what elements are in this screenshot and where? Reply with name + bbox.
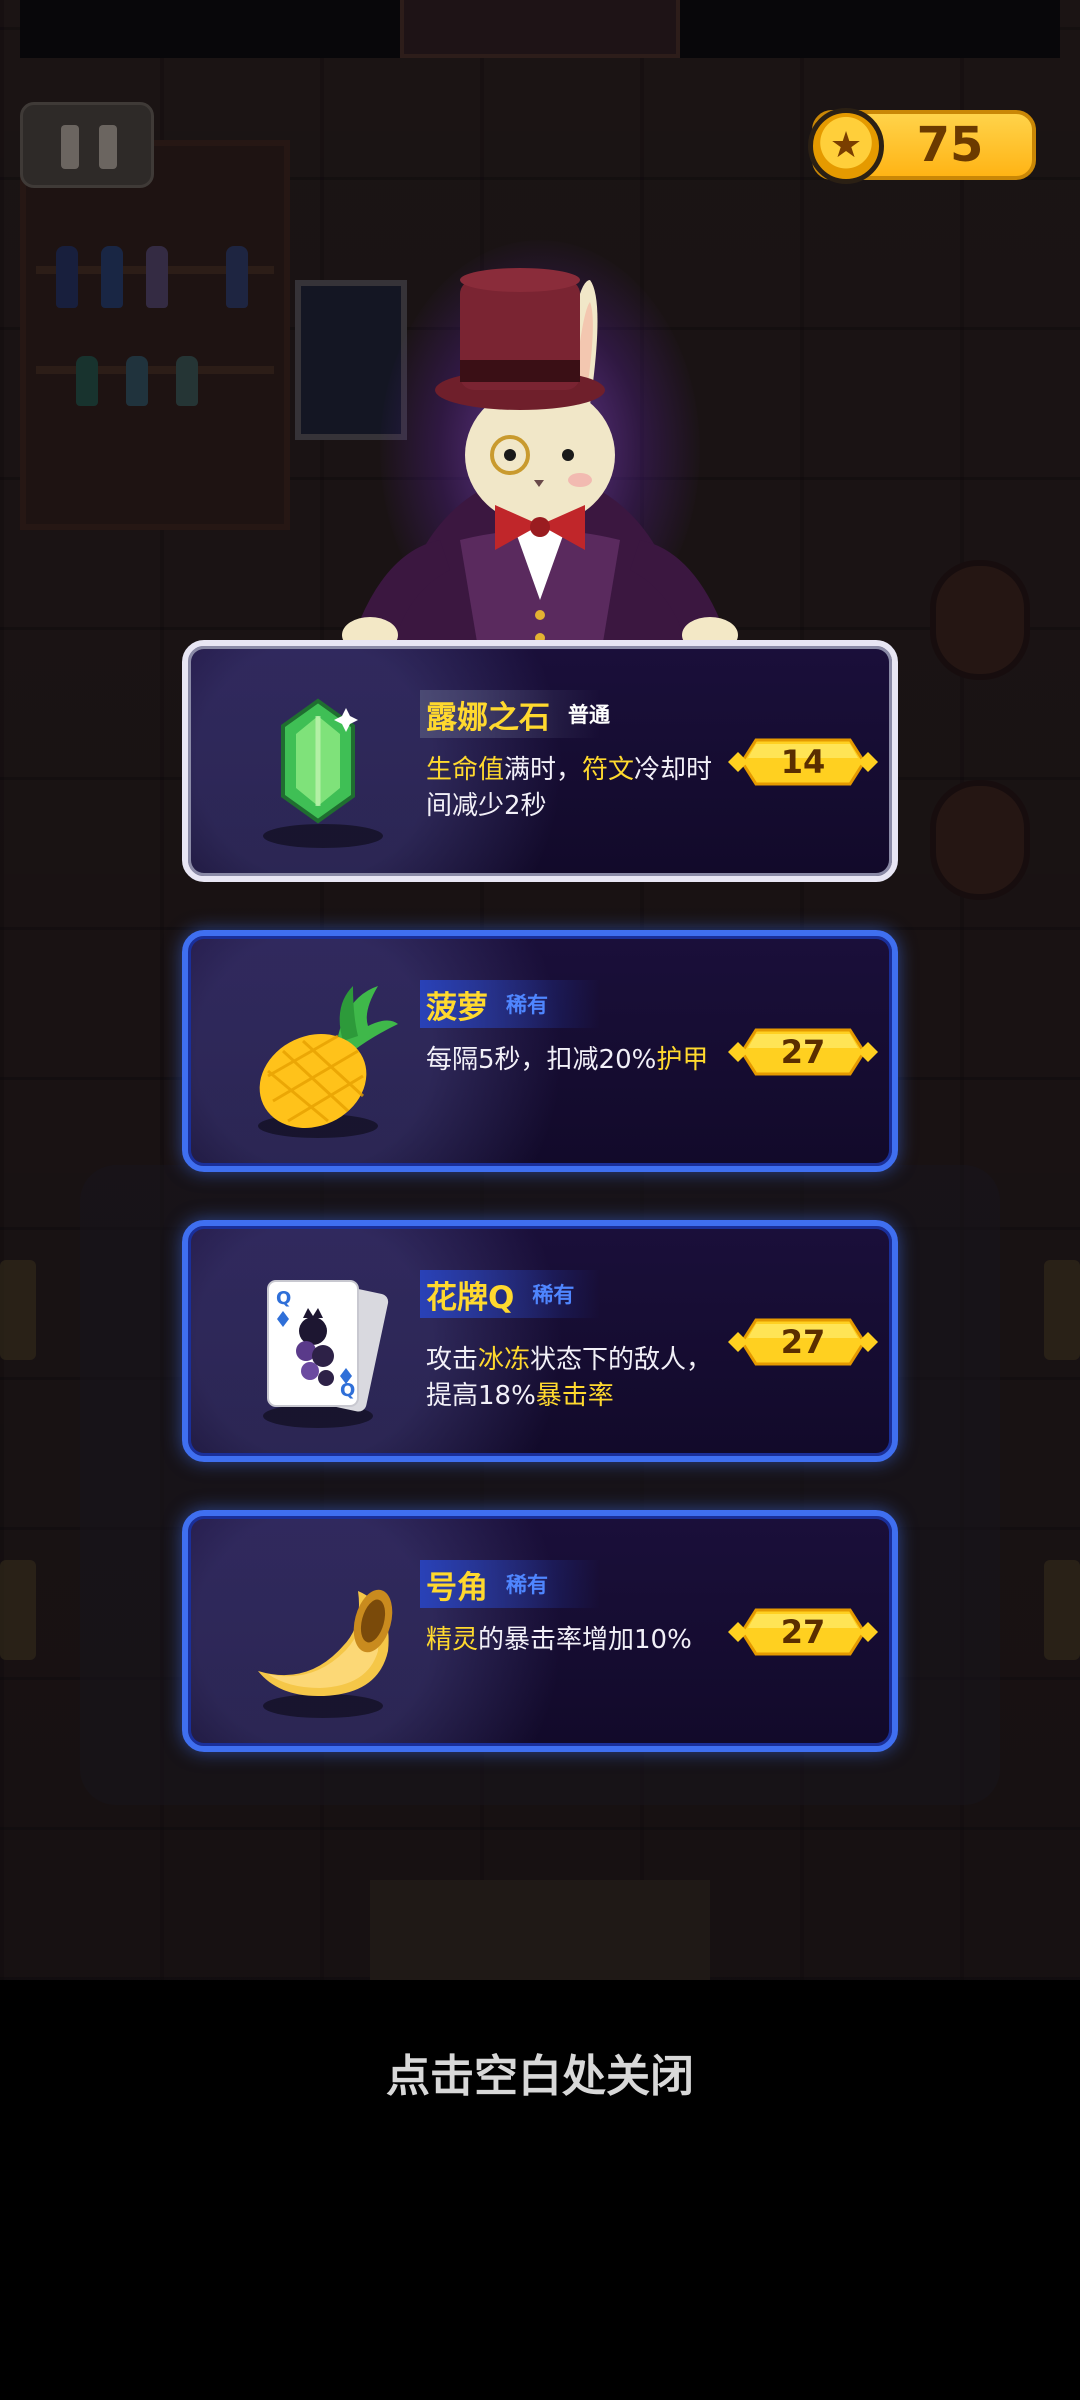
item-card-horn[interactable]: 号角 稀有 精灵的暴击率增加10% 27: [182, 1510, 898, 1752]
item-card-queen[interactable]: Q Q 花牌Q 稀有 攻击冰冻状态下的敌人，提高18%暴击率 27: [182, 1220, 898, 1462]
item-description: 攻击冰冻状态下的敌人，提高18%暴击率: [426, 1345, 713, 1411]
item-name: 花牌Q: [426, 1279, 515, 1316]
price-value: 27: [780, 1323, 826, 1361]
rarity-label: 稀有: [506, 993, 548, 1017]
horn-icon: [228, 1546, 408, 1726]
price-tag[interactable]: 27: [728, 1604, 878, 1660]
price-value: 27: [780, 1033, 826, 1071]
price-value: 27: [780, 1613, 826, 1651]
rarity-label: 稀有: [506, 1573, 548, 1597]
price-tag[interactable]: 27: [728, 1314, 878, 1370]
item-description: 精灵的暴击率增加10%: [426, 1625, 692, 1655]
green-gem-icon: [228, 676, 408, 856]
price-value: 14: [780, 743, 826, 781]
price-tag[interactable]: 27: [728, 1024, 878, 1080]
item-name: 号角: [426, 1569, 488, 1606]
rarity-label: 稀有: [532, 1283, 575, 1307]
svg-text:Q: Q: [340, 1380, 355, 1401]
item-card-luna-stone[interactable]: 露娜之石 普通 生命值满时，符文冷却时间减少2秒 14: [182, 640, 898, 882]
svg-text:Q: Q: [276, 1288, 291, 1309]
bottom-door: [370, 1880, 710, 1980]
close-hint[interactable]: 点击空白处关闭: [0, 2040, 1080, 2104]
item-card-pineapple[interactable]: 菠萝 稀有 每隔5秒，扣减20%护甲 27: [182, 930, 898, 1172]
item-description: 生命值满时，符文冷却时间减少2秒: [426, 755, 713, 821]
rabbit-merchant-icon: [342, 268, 738, 660]
item-name: 露娜之石: [426, 699, 550, 736]
item-description: 每隔5秒，扣减20%护甲: [426, 1045, 709, 1075]
pineapple-icon: [228, 966, 408, 1146]
item-name: 菠萝: [426, 989, 488, 1026]
star-coin-icon: ★: [808, 108, 884, 184]
queen-card-icon: Q Q: [228, 1256, 408, 1436]
coin-count: 75: [916, 117, 984, 173]
pause-button[interactable]: [20, 102, 154, 188]
price-tag[interactable]: 14: [728, 734, 878, 790]
rarity-label: 普通: [568, 703, 610, 727]
